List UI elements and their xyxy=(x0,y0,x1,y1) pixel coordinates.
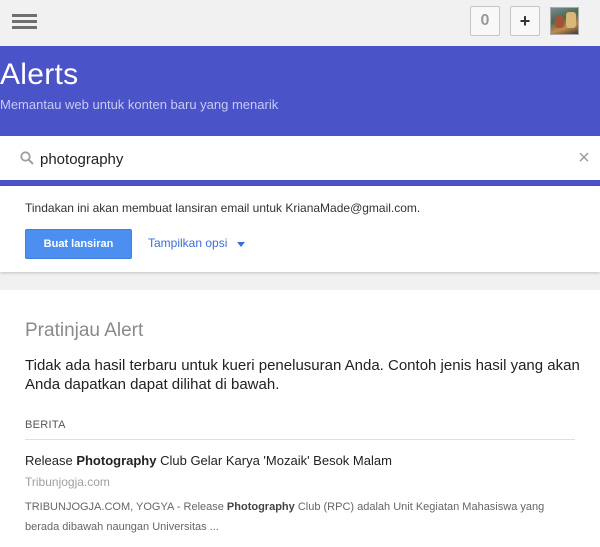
options-card: Tindakan ini akan membuat lansiran email… xyxy=(0,186,600,272)
notification-count-button[interactable]: 0 xyxy=(470,6,500,36)
result-snippet-prefix: TRIBUNJOGJA.COM, YOGYA - Release xyxy=(25,501,227,513)
result-source: Tribunjogja.com xyxy=(25,475,110,489)
section-label-news: BERITA xyxy=(25,419,66,431)
top-bar: 0 + xyxy=(0,0,600,46)
result-title-link[interactable]: Release Photography Club Gelar Karya 'Mo… xyxy=(25,453,392,468)
result-title-suffix: Club Gelar Karya 'Mozaik' Besok Malam xyxy=(156,453,392,468)
result-title-keyword: Photography xyxy=(76,453,157,468)
search-box xyxy=(0,136,600,180)
options-note: Tindakan ini akan membuat lansiran email… xyxy=(25,201,421,215)
show-options-link[interactable]: Tampilkan opsi xyxy=(148,236,227,250)
menu-icon[interactable] xyxy=(12,13,37,31)
preview-card: Pratinjau Alert Tidak ada hasil terbaru … xyxy=(0,290,600,547)
close-icon[interactable]: × xyxy=(576,148,592,168)
result-snippet-keyword: Photography xyxy=(226,501,295,513)
result-title-prefix: Release xyxy=(25,453,77,468)
avatar[interactable] xyxy=(550,7,579,35)
page-subtitle: Memantau web untuk konten baru yang mena… xyxy=(0,97,279,112)
search-input[interactable] xyxy=(40,148,560,170)
caret-down-icon[interactable] xyxy=(237,242,245,247)
search-icon xyxy=(20,151,34,165)
preview-title: Pratinjau Alert xyxy=(25,320,144,341)
share-button[interactable]: + xyxy=(510,6,540,36)
page-title: Alerts xyxy=(0,58,79,91)
create-alert-button[interactable]: Buat lansiran xyxy=(25,229,132,259)
preview-message: Tidak ada hasil terbaru untuk kueri pene… xyxy=(25,357,580,393)
divider xyxy=(25,439,575,440)
result-snippet: TRIBUNJOGJA.COM, YOGYA - Release Photogr… xyxy=(25,497,580,537)
